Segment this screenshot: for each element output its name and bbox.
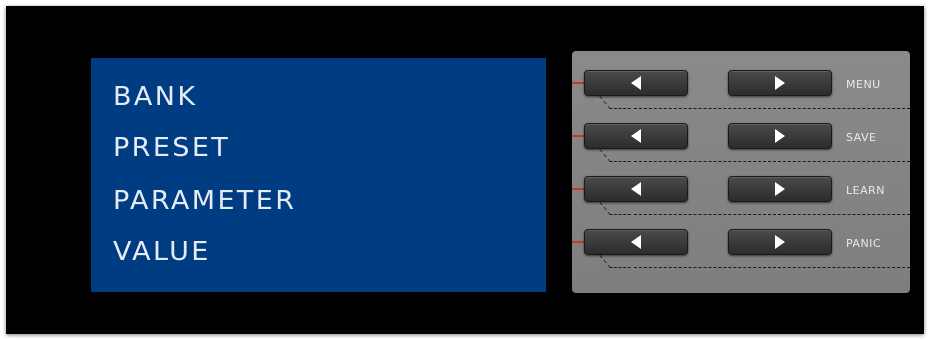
row-indicator [572,135,584,137]
menu-left-button[interactable] [584,70,688,96]
guide-line [599,202,631,215]
panic-left-button[interactable] [584,229,688,255]
display-line-parameter: PARAMETER [113,186,297,216]
guide-line [599,149,631,162]
guide-line [599,255,631,268]
menu-label: MENU [846,78,881,91]
save-left-button[interactable] [584,123,688,149]
control-row-learn: LEARN [572,174,910,224]
row-indicator [572,241,584,243]
dashed-separator [634,108,910,109]
control-panel: MENU SAVE LEARN PANIC [572,51,910,293]
display-line-value: VALUE [113,237,211,267]
display-line-preset: PRESET [113,133,231,163]
guide-line [599,96,631,109]
right-arrow-icon [775,76,785,90]
right-arrow-icon [775,129,785,143]
learn-right-button[interactable] [728,176,832,202]
left-arrow-icon [631,235,641,249]
control-row-menu: MENU [572,68,910,118]
save-label: SAVE [846,131,877,144]
control-row-panic: PANIC [572,227,910,277]
panic-right-button[interactable] [728,229,832,255]
control-row-save: SAVE [572,121,910,171]
row-indicator [572,82,584,84]
dashed-separator [634,214,910,215]
lcd-display: BANK PRESET PARAMETER VALUE [91,58,546,292]
row-indicator [572,188,584,190]
menu-right-button[interactable] [728,70,832,96]
left-arrow-icon [631,182,641,196]
left-arrow-icon [631,129,641,143]
dashed-separator [634,267,910,268]
right-arrow-icon [775,182,785,196]
left-arrow-icon [631,76,641,90]
learn-label: LEARN [846,184,885,197]
panic-label: PANIC [846,237,882,250]
learn-left-button[interactable] [584,176,688,202]
save-right-button[interactable] [728,123,832,149]
right-arrow-icon [775,235,785,249]
device-panel: BANK PRESET PARAMETER VALUE MENU SAVE LE… [6,6,924,334]
dashed-separator [634,161,910,162]
display-line-bank: BANK [113,82,198,112]
